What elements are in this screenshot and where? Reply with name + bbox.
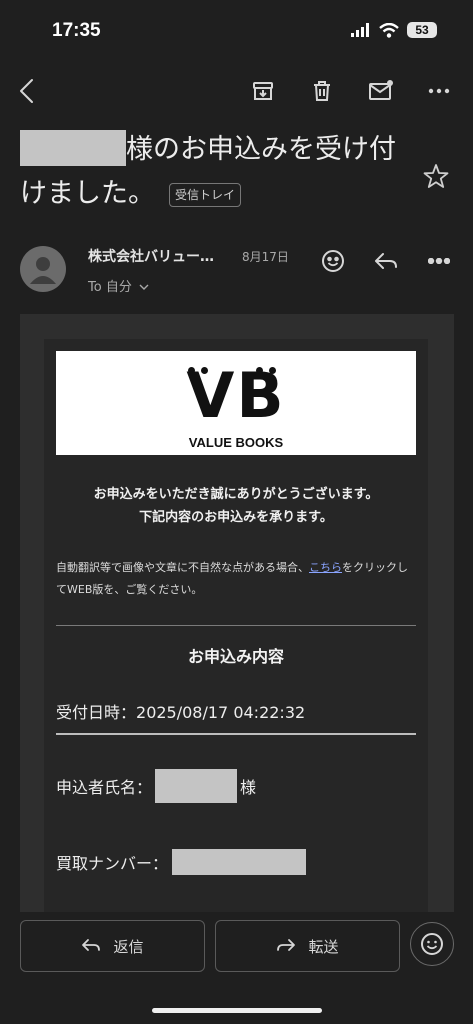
email-body-frame: VB VALUE BOOKS お申込みをいただき誠にありがとうございます。 下記… <box>20 314 454 914</box>
reply-icon[interactable] <box>371 246 401 276</box>
notice-text-before: 自動翻訳等で画像や文章に不自然な点がある場合、 <box>56 561 309 574</box>
greeting: お申込みをいただき誠にありがとうございます。 下記内容のお申込みを承ります。 <box>44 483 428 529</box>
status-bar: 17:35 53 <box>0 0 473 60</box>
emoji-icon <box>421 933 443 955</box>
applicant-label: 申込者氏名： <box>56 778 153 797</box>
value-books-logo: VB VALUE BOOKS <box>56 351 416 455</box>
reply-label: 返信 <box>113 937 144 956</box>
forward-icon <box>277 939 296 951</box>
greeting-line-1: お申込みをいただき誠にありがとうございます。 <box>93 487 379 502</box>
redacted-applicant <box>155 769 238 803</box>
email-subject: 様のお申込みを受け付けました。 受信トレイ <box>20 128 410 216</box>
divider <box>56 625 416 626</box>
sender-row: 株式会社バリュー… 8月17日 To 自分 <box>0 240 473 300</box>
buyback-number-row: 買取ナンバー： <box>56 849 307 875</box>
mark-unread-icon[interactable] <box>366 76 396 106</box>
home-indicator <box>152 1008 322 1013</box>
status-icons: 53 <box>351 22 437 38</box>
status-time: 17:35 <box>52 20 101 41</box>
emoji-react-icon[interactable] <box>318 246 348 276</box>
star-icon[interactable] <box>423 163 449 193</box>
emoji-button[interactable] <box>410 922 454 966</box>
more-icon[interactable] <box>424 76 454 106</box>
back-icon[interactable] <box>12 76 42 106</box>
section-title: お申込み内容 <box>187 647 284 666</box>
folder-tag[interactable]: 受信トレイ <box>169 182 242 207</box>
reply-icon <box>82 939 101 951</box>
email-content: VB VALUE BOOKS お申込みをいただき誠にありがとうございます。 下記… <box>44 339 428 914</box>
avatar[interactable] <box>20 246 66 292</box>
redacted-buyback-number <box>172 849 307 875</box>
message-more-icon[interactable] <box>424 246 454 276</box>
bottom-action-bar: 返信 転送 <box>0 912 473 1024</box>
email-toolbar <box>0 68 473 114</box>
buyback-label: 買取ナンバー： <box>56 854 169 873</box>
web-version-link[interactable]: こちら <box>309 561 342 574</box>
trash-icon[interactable] <box>307 76 337 106</box>
greeting-line-2: 下記内容のお申込みを承ります。 <box>139 510 333 525</box>
applicant-suffix: 様 <box>240 778 257 797</box>
received-label: 受付日時： <box>56 703 137 722</box>
received-value: 2025/08/17 04:22:32 <box>136 703 306 722</box>
wifi-icon <box>379 22 399 38</box>
divider-bold <box>56 733 416 735</box>
forward-button[interactable]: 転送 <box>215 920 400 972</box>
redacted-name <box>20 129 126 166</box>
recipient-text: To 自分 <box>88 280 132 295</box>
web-version-notice: 自動翻訳等で画像や文章に不自然な点がある場合、こちらをクリックしてWEB版を、ご… <box>56 557 416 601</box>
logo-text: VALUE BOOKS <box>188 435 284 450</box>
applicant-name-row: 申込者氏名： 様 <box>56 769 256 803</box>
chevron-down-icon <box>139 284 149 290</box>
received-datetime: 受付日時：2025/08/17 04:22:32 <box>56 699 305 723</box>
email-date: 8月17日 <box>242 250 289 264</box>
reply-button[interactable]: 返信 <box>20 920 205 972</box>
archive-icon[interactable] <box>248 76 278 106</box>
forward-label: 転送 <box>308 937 339 956</box>
logo-mark: VB <box>186 359 286 432</box>
recipient-toggle[interactable]: To 自分 <box>88 276 149 295</box>
battery-indicator: 53 <box>407 22 437 38</box>
signal-icon <box>351 23 369 37</box>
sender-name[interactable]: 株式会社バリュー… <box>88 246 238 266</box>
